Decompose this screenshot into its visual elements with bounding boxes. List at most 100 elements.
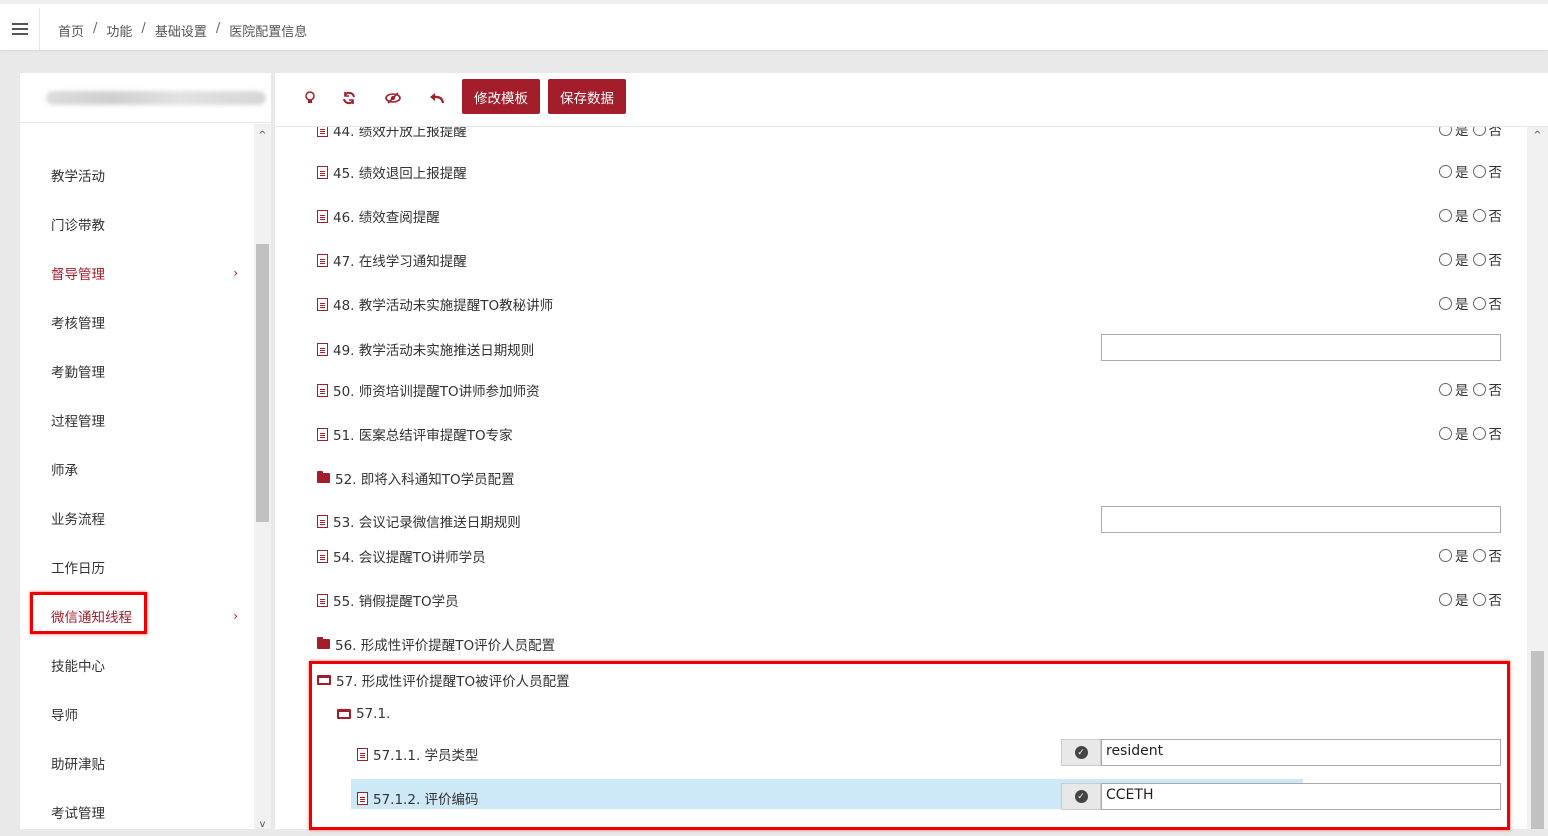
edit-template-button[interactable]: 修改模板: [462, 79, 540, 114]
config-item-label[interactable]: 54. 会议提醒TO讲师学员: [317, 546, 486, 566]
sidebar-item[interactable]: 教学活动: [20, 150, 254, 199]
sidebar-item-label: 过程管理: [51, 413, 105, 430]
radio-yes[interactable]: [1439, 426, 1452, 440]
config-item-label[interactable]: 57. 形成性评价提醒TO被评价人员配置: [317, 670, 570, 690]
config-item-text: 57.1.2. 评价编码: [373, 792, 479, 808]
sidebar-item[interactable]: 业务流程: [20, 493, 254, 542]
radio-no[interactable]: [1472, 426, 1486, 440]
folder-open-icon: [337, 709, 351, 719]
yes-no-radio-group: 是否: [1435, 423, 1502, 443]
hamburger-icon: [11, 23, 28, 35]
radio-no-label: 否: [1488, 297, 1503, 313]
config-item-label[interactable]: 57.1.2. 评价编码: [357, 788, 479, 808]
sidebar-item-label: 考核管理: [51, 315, 105, 332]
sidebar-item[interactable]: 工作日历: [20, 542, 254, 591]
config-item-label[interactable]: 45. 绩效退回上报提醒: [317, 162, 467, 182]
radio-no[interactable]: [1472, 548, 1486, 562]
menu-toggle-button[interactable]: [0, 8, 40, 50]
config-row: 54. 会议提醒TO讲师学员 是否: [275, 537, 1527, 571]
content-scroll-thumb[interactable]: [1531, 651, 1544, 829]
radio-no[interactable]: [1472, 164, 1486, 178]
sidebar-scrollbar[interactable]: ^ v: [254, 124, 271, 830]
undo-icon[interactable]: [426, 87, 448, 109]
chevron-up-icon[interactable]: ^: [254, 128, 271, 142]
config-value-input[interactable]: CCETH: [1101, 783, 1501, 810]
sidebar-item[interactable]: 过程管理: [20, 395, 254, 444]
sidebar-item[interactable]: 考核管理: [20, 297, 254, 346]
check-addon[interactable]: ✓: [1061, 783, 1101, 810]
radio-yes[interactable]: [1439, 164, 1452, 178]
eye-slash-icon[interactable]: [382, 87, 404, 109]
folder-icon: [317, 471, 330, 483]
sidebar-item[interactable]: 师承: [20, 444, 254, 493]
save-data-button[interactable]: 保存数据: [548, 79, 626, 114]
breadcrumb-basic-settings[interactable]: 基础设置: [155, 21, 207, 40]
sidebar-item[interactable]: 导师: [20, 689, 254, 738]
radio-yes-label: 是: [1455, 209, 1469, 225]
config-value-input[interactable]: [1101, 334, 1501, 361]
config-row: 45. 绩效退回上报提醒是否: [275, 153, 1527, 187]
config-item-label[interactable]: 48. 教学活动未实施提醒TO教秘讲师: [317, 294, 553, 314]
file-text-icon: [357, 791, 368, 805]
chevron-right-icon: ›: [233, 265, 238, 280]
radio-no[interactable]: [1472, 382, 1486, 396]
radio-yes[interactable]: [1439, 296, 1452, 310]
radio-no[interactable]: [1472, 127, 1486, 136]
file-text-icon: [317, 383, 328, 397]
config-item-label[interactable]: 56. 形成性评价提醒TO评价人员配置: [317, 634, 555, 654]
config-item-label[interactable]: 51. 医案总结评审提醒TO专家: [317, 424, 513, 444]
config-item-label[interactable]: 50. 师资培训提醒TO讲师参加师资: [317, 380, 540, 400]
radio-no-label: 否: [1488, 593, 1503, 609]
config-row: 47. 在线学习通知提醒 是否: [275, 241, 1527, 275]
config-item-label[interactable]: 47. 在线学习通知提醒: [317, 250, 467, 270]
radio-no[interactable]: [1472, 296, 1486, 310]
refresh-icon[interactable]: [338, 87, 360, 109]
file-text-icon: [317, 253, 328, 267]
sidebar-item[interactable]: 技能中心: [20, 640, 254, 689]
config-item-text: 46. 绩效查阅提醒: [333, 210, 440, 226]
sidebar-item[interactable]: 督导管理 ›: [20, 248, 254, 297]
config-item-label[interactable]: 44. 绩效开放上报提醒: [317, 127, 467, 140]
config-item-label[interactable]: 55. 销假提醒TO学员: [317, 590, 459, 610]
sidebar-item[interactable]: 微信通知线程 ›: [20, 591, 254, 640]
radio-no-label: 否: [1488, 127, 1503, 139]
sidebar-item-label: 督导管理: [51, 266, 105, 283]
breadcrumb-home[interactable]: 首页: [58, 21, 84, 40]
sidebar-item[interactable]: 助研津贴: [20, 738, 254, 787]
radio-yes[interactable]: [1439, 127, 1452, 136]
config-row: 50. 师资培训提醒TO讲师参加师资是否: [275, 371, 1527, 405]
chevron-right-icon: ›: [233, 608, 238, 623]
sidebar: 教学活动 门诊带教督导管理 › 考核管理考勤管理过程管理师承 业务流程 工作日历 微信通知线…: [20, 73, 271, 829]
config-value-input[interactable]: [1101, 506, 1501, 533]
radio-no[interactable]: [1472, 252, 1486, 266]
radio-yes[interactable]: [1439, 548, 1452, 562]
bulb-icon[interactable]: [299, 87, 321, 109]
sidebar-item[interactable]: 考勤管理: [20, 346, 254, 395]
file-text-icon: [317, 297, 328, 311]
sidebar-scroll-thumb[interactable]: [256, 244, 269, 522]
config-item-label[interactable]: 49. 教学活动未实施推送日期规则: [317, 339, 534, 359]
config-item-label[interactable]: 52. 即将入科通知TO学员配置: [317, 468, 515, 488]
config-item-label[interactable]: 57.1.1. 学员类型: [357, 744, 479, 764]
radio-yes[interactable]: [1439, 252, 1452, 266]
check-addon[interactable]: ✓: [1061, 739, 1101, 766]
radio-yes[interactable]: [1439, 382, 1452, 396]
breadcrumb-function[interactable]: 功能: [106, 21, 132, 40]
radio-no[interactable]: [1472, 208, 1486, 222]
config-item-label[interactable]: 53. 会议记录微信推送日期规则: [317, 511, 521, 531]
content-scrollbar[interactable]: ^: [1527, 127, 1548, 829]
radio-yes[interactable]: [1439, 208, 1452, 222]
file-text-icon: [317, 165, 328, 179]
radio-yes[interactable]: [1439, 592, 1452, 606]
config-item-label[interactable]: 46. 绩效查阅提醒: [317, 206, 440, 226]
config-item-text: 47. 在线学习通知提醒: [333, 254, 467, 270]
yes-no-radio-group: 是否: [1435, 249, 1502, 269]
config-item-label[interactable]: 57.1.: [337, 706, 390, 722]
chevron-up-icon[interactable]: ^: [1527, 127, 1548, 143]
sidebar-item[interactable]: 门诊带教: [20, 199, 254, 248]
config-item-text: 49. 教学活动未实施推送日期规则: [333, 343, 535, 359]
yes-no-radio-group: 是否: [1435, 545, 1502, 565]
sidebar-item-label: 技能中心: [51, 658, 105, 675]
config-value-input[interactable]: resident: [1101, 739, 1501, 766]
radio-no[interactable]: [1472, 592, 1486, 606]
